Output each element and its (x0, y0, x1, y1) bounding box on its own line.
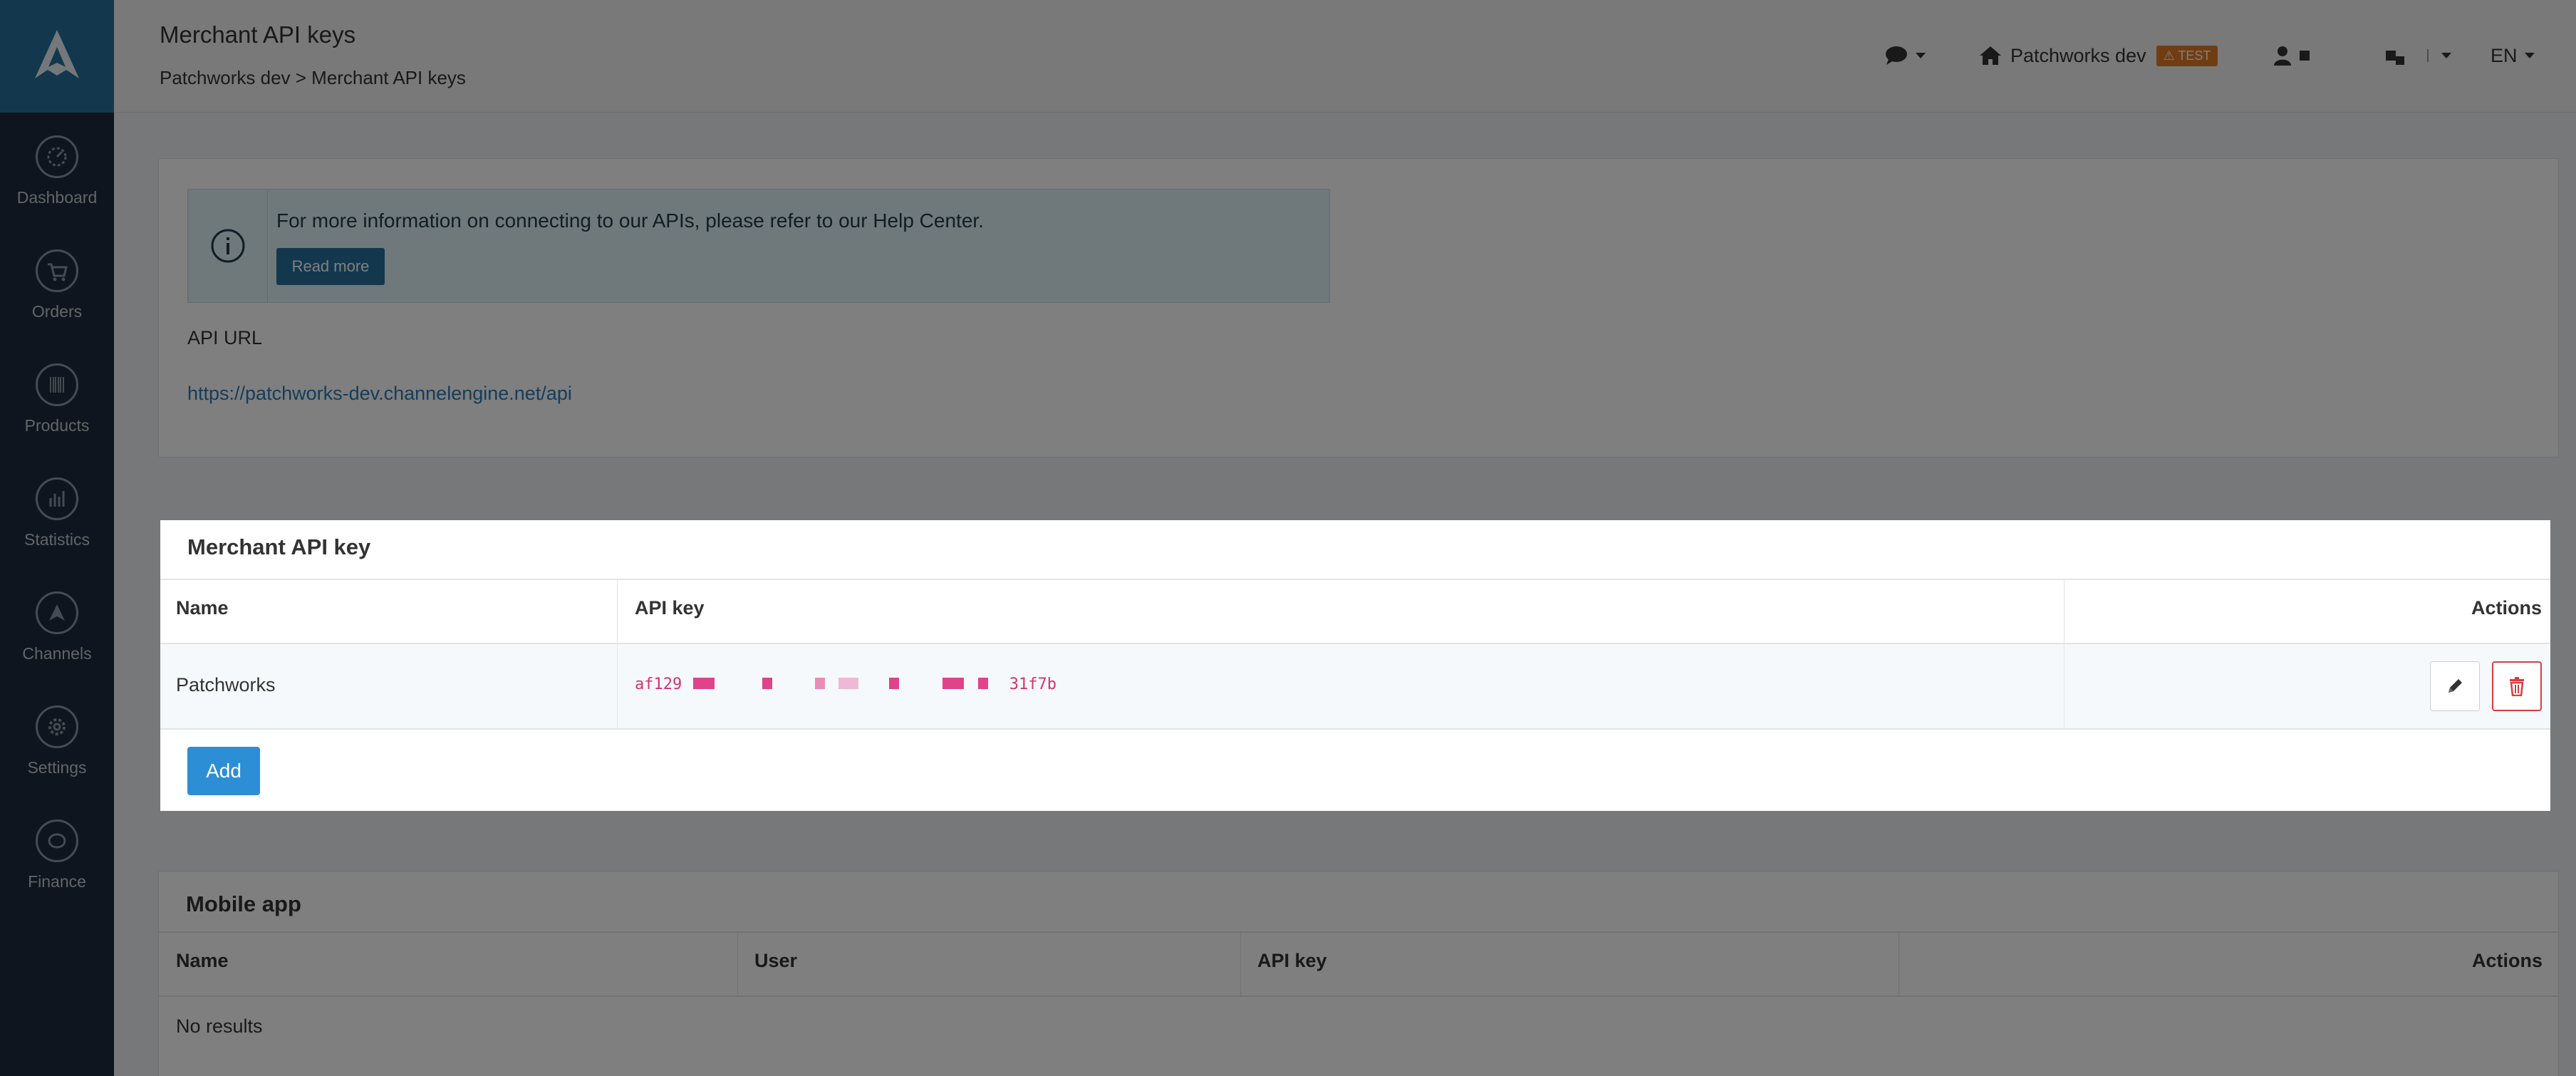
chat-menu[interactable] (1884, 41, 1926, 70)
chevron-down-icon (2441, 53, 2451, 58)
column-header-name: Name (176, 597, 229, 619)
api-url-link[interactable]: https://patchworks-dev.channelengine.net… (187, 383, 572, 405)
store-name: Patchworks dev (2010, 44, 2146, 66)
api-key-end: 31f7b (1009, 676, 1056, 693)
cart-icon (36, 249, 78, 292)
column-header-actions: Actions (2471, 597, 2542, 619)
api-url-label: API URL (187, 327, 263, 348)
speedometer-icon (36, 135, 78, 178)
language-menu[interactable]: EN (2491, 41, 2535, 70)
read-more-button[interactable]: Read more (276, 248, 385, 285)
divider (159, 995, 2560, 997)
api-key-start: af129 (635, 676, 682, 693)
home-icon (1980, 46, 2001, 65)
section-title: Mobile app (186, 891, 301, 916)
channelengine-logo[interactable] (0, 0, 114, 113)
store-switcher[interactable]: Patchworks dev ⚠ TEST (1979, 41, 2218, 70)
sidebar: Dashboard Orders Products Statistics Cha… (0, 0, 114, 1076)
sidebar-item-channels[interactable]: Channels (0, 570, 114, 684)
divider (737, 931, 738, 995)
channels-icon (36, 591, 78, 634)
column-header-name: Name (176, 950, 229, 971)
language-code: EN (2491, 44, 2518, 66)
top-header: Merchant API keys Patchworks dev > Merch… (114, 0, 2576, 113)
breadcrumb: Patchworks dev > Merchant API keys (160, 67, 466, 88)
company-icon (2386, 51, 2404, 65)
redacted-key (693, 676, 992, 693)
chevron-down-icon (1916, 53, 1926, 58)
add-button[interactable]: Add (187, 747, 260, 795)
trash-icon (2510, 677, 2524, 696)
user-menu[interactable] (2273, 41, 2310, 70)
chevron-down-icon (2524, 53, 2535, 58)
page-title: Merchant API keys (160, 21, 356, 48)
gear-icon (36, 705, 78, 748)
sidebar-item-statistics[interactable]: Statistics (0, 456, 114, 570)
barcode-icon (36, 363, 78, 406)
merchant-api-key-panel: Merchant API key Name API key Actions Pa… (160, 520, 2550, 811)
info-icon (188, 190, 268, 302)
edit-button[interactable] (2430, 661, 2480, 711)
divider (159, 931, 2560, 933)
user-icon (2274, 46, 2291, 66)
divider (1240, 931, 1241, 995)
sidebar-item-settings[interactable]: Settings (0, 684, 114, 798)
divider (2064, 579, 2065, 730)
chat-icon (1886, 46, 1907, 65)
divider (160, 579, 2550, 580)
mobile-app-panel: Mobile app Name User API key Actions No … (158, 871, 2560, 1076)
key-name: Patchworks (176, 674, 276, 695)
delete-button[interactable] (2492, 661, 2542, 711)
table-row (160, 644, 2550, 730)
pencil-icon (2448, 679, 2462, 693)
sidebar-item-finance[interactable]: Finance (0, 798, 114, 912)
column-header-api-key: API key (635, 597, 705, 619)
sidebar-item-products[interactable]: Products (0, 342, 114, 456)
api-key-value[interactable]: af129 31f7b (635, 676, 1056, 693)
api-info-panel: For more information on connecting to ou… (158, 158, 2559, 457)
alert-message: For more information on connecting to ou… (276, 209, 984, 232)
env-badge: ⚠ TEST (2156, 45, 2218, 66)
column-header-actions: Actions (2471, 950, 2543, 971)
account-menu[interactable] (2383, 41, 2451, 70)
logo-icon (35, 30, 79, 78)
column-header-user: User (754, 950, 798, 971)
divider (617, 579, 618, 730)
sidebar-item-label: Orders (31, 302, 83, 321)
sidebar-item-orders[interactable]: Orders (0, 228, 114, 342)
sidebar-item-label: Finance (28, 872, 86, 891)
sidebar-item-label: Dashboard (16, 188, 98, 207)
divider (160, 643, 2550, 644)
divider (160, 728, 2550, 730)
coins-icon (36, 819, 78, 862)
column-header-api-key: API key (1257, 950, 1327, 971)
sidebar-item-dashboard[interactable]: Dashboard (0, 114, 114, 228)
sidebar-item-label: Settings (27, 758, 87, 777)
sidebar-item-label: Channels (22, 644, 92, 663)
section-title: Merchant API key (187, 534, 371, 559)
info-alert: For more information on connecting to ou… (187, 189, 1330, 303)
sidebar-item-label: Statistics (24, 530, 90, 549)
empty-state: No results (176, 1015, 263, 1037)
divider (2427, 49, 2429, 62)
chart-icon (36, 477, 78, 520)
redacted-username (2300, 51, 2310, 61)
sidebar-item-label: Products (24, 416, 90, 435)
